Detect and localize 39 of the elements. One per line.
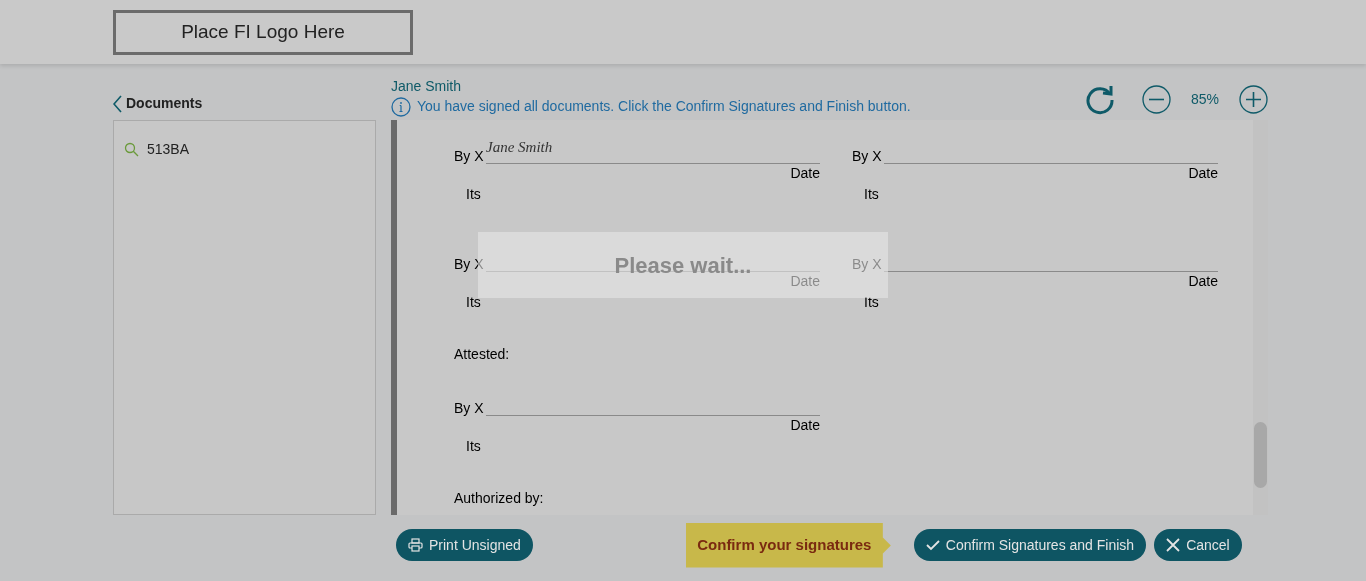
zoom-level: 85%: [1189, 89, 1220, 109]
signing-notice: You have signed all documents. Click the Confirm Signatures and Finish button.: [417, 97, 911, 116]
signature-label: By X: [454, 400, 484, 416]
handwritten-signature: Jane Smith: [486, 138, 553, 157]
confirm-finish-button[interactable]: Confirm Signatures and Finish: [913, 529, 1147, 561]
info-icon: [391, 96, 411, 117]
date-label: Date: [790, 164, 820, 182]
tooltip-text: Confirm your signatures: [697, 534, 872, 555]
zoom-in-icon[interactable]: [1239, 84, 1268, 114]
zoom-out-icon[interactable]: [1141, 84, 1171, 114]
signature-label: By X: [852, 256, 882, 272]
scrollbar-thumb[interactable]: [1254, 422, 1267, 488]
signature-label: By X: [454, 256, 484, 272]
title-label: Its: [864, 294, 879, 310]
search-icon: [124, 142, 139, 157]
logo-placeholder-text: Place FI Logo Here: [181, 19, 345, 44]
document-heading: Authorized by:: [454, 490, 544, 506]
title-label: Its: [466, 438, 481, 454]
back-chevron-icon: [113, 94, 122, 113]
print-unsigned-button[interactable]: Print Unsigned: [396, 529, 533, 561]
documents-back-link[interactable]: Documents: [113, 93, 203, 114]
signer-name: Jane Smith: [391, 77, 463, 96]
signature-label: By X: [852, 148, 882, 164]
loading-message: Please wait...: [614, 251, 752, 280]
close-icon: [1166, 538, 1181, 552]
signature-label: By X: [454, 148, 484, 164]
date-label: Date: [790, 272, 820, 290]
title-label: Its: [466, 186, 481, 202]
cancel-button[interactable]: Cancel: [1154, 529, 1242, 561]
date-label: Date: [790, 416, 820, 434]
date-label: Date: [1188, 164, 1218, 182]
refresh-icon[interactable]: [1083, 83, 1116, 115]
checkmark-icon: [925, 539, 940, 551]
title-label: Its: [864, 186, 879, 202]
document-list-item[interactable]: 513BA: [114, 137, 375, 162]
date-label: Date: [1188, 272, 1218, 290]
printer-icon: [408, 538, 423, 552]
document-heading: Attested:: [454, 346, 510, 362]
title-label: Its: [466, 294, 481, 310]
